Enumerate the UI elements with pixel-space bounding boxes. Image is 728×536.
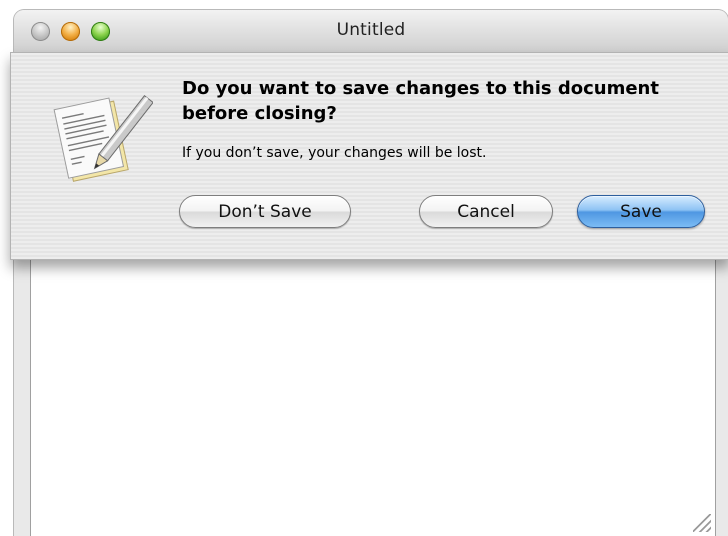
title-bar[interactable]: Untitled: [14, 10, 728, 53]
dialog-heading: Do you want to save changes to this docu…: [182, 76, 712, 126]
save-button[interactable]: Save: [577, 195, 705, 228]
resize-grip-icon[interactable]: [693, 514, 711, 532]
dialog-message: If you don’t save, your changes will be …: [182, 145, 487, 161]
cancel-button[interactable]: Cancel: [419, 195, 553, 228]
dont-save-button[interactable]: Don’t Save: [179, 195, 351, 228]
dialog-heading-line-1: Do you want to save changes to this docu…: [182, 78, 659, 99]
dialog-heading-line-2: before closing?: [182, 103, 337, 124]
window-title: Untitled: [336, 20, 406, 40]
textedit-document-icon: [53, 94, 153, 182]
save-changes-sheet: Do you want to save changes to this docu…: [10, 52, 728, 260]
